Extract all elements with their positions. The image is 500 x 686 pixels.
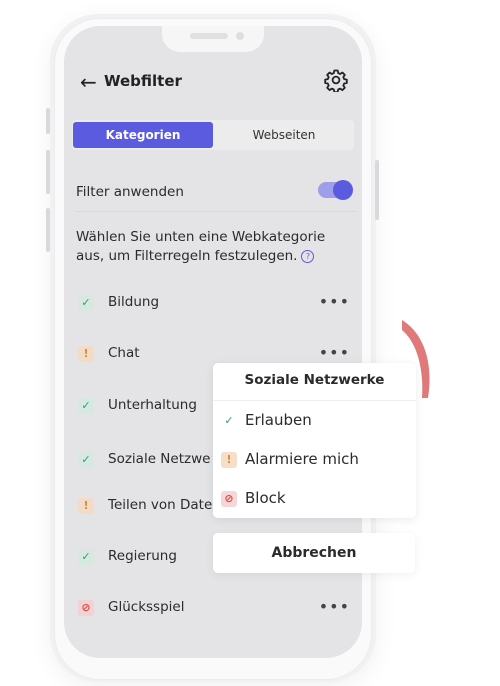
category-label: Soziale Netzwe (108, 451, 211, 467)
category-label: Regierung (108, 548, 177, 564)
side-button-volume-down (46, 208, 50, 252)
exclamation-icon: ! (221, 452, 237, 468)
category-label: Teilen von Datei (108, 497, 217, 513)
category-label: Bildung (108, 294, 160, 310)
category-label: Unterhaltung (108, 397, 197, 413)
exclamation-icon: ! (78, 346, 94, 362)
filter-toggle-switch[interactable] (318, 180, 353, 200)
side-button-volume-up (46, 150, 50, 194)
check-icon: ✓ (78, 398, 94, 414)
tab-bar: Kategorien Webseiten (72, 120, 354, 150)
check-icon: ✓ (78, 549, 94, 565)
instructions-text: Wählen Sie unten eine Webkategorie aus, … (76, 228, 350, 266)
option-block[interactable]: ⊘ Block (221, 487, 411, 511)
arrow-left-icon[interactable]: ← (80, 70, 97, 94)
block-icon: ⊘ (78, 600, 94, 616)
category-action-menu: Soziale Netzwerke ✓ Erlauben ! Alarmiere… (213, 363, 416, 518)
gear-icon[interactable] (324, 68, 348, 92)
option-alarmiere-mich[interactable]: ! Alarmiere mich (221, 448, 411, 472)
divider (213, 400, 416, 401)
more-options-icon[interactable]: ••• (319, 343, 350, 362)
exclamation-icon: ! (78, 498, 94, 514)
category-label: Chat (108, 345, 140, 361)
filter-toggle-label: Filter anwenden (76, 184, 184, 200)
tab-webseiten[interactable]: Webseiten (214, 122, 354, 148)
option-label: Erlauben (245, 411, 312, 429)
check-icon: ✓ (78, 452, 94, 468)
side-button-mute (46, 108, 50, 134)
more-options-icon[interactable]: ••• (319, 597, 350, 616)
tab-kategorien[interactable]: Kategorien (73, 122, 213, 148)
app-header: ← Webfilter (64, 64, 362, 100)
category-row-bildung[interactable]: ✓ Bildung ••• (76, 292, 356, 316)
page-title: Webfilter (104, 72, 182, 90)
phone-notch (162, 26, 264, 52)
help-icon[interactable]: ? (301, 250, 315, 263)
front-camera (236, 32, 244, 40)
check-icon: ✓ (78, 295, 94, 311)
side-button-power (375, 160, 379, 220)
more-options-icon[interactable]: ••• (319, 292, 350, 311)
speaker-grille (190, 33, 228, 39)
description-text: Wählen Sie unten eine Webkategorie aus, … (76, 229, 326, 264)
divider (76, 211, 356, 212)
check-icon: ✓ (224, 414, 234, 427)
toggle-knob (333, 180, 353, 200)
cancel-button[interactable]: Abbrechen (213, 533, 415, 573)
popup-title: Soziale Netzwerke (244, 372, 385, 388)
option-label: Block (245, 489, 286, 507)
category-row-gluecksspiel[interactable]: ⊘ Glücksspiel ••• (76, 597, 356, 621)
block-icon: ⊘ (221, 491, 237, 507)
option-erlauben[interactable]: ✓ Erlauben (221, 409, 411, 433)
option-label: Alarmiere mich (245, 450, 359, 468)
category-label: Glücksspiel (108, 599, 185, 615)
